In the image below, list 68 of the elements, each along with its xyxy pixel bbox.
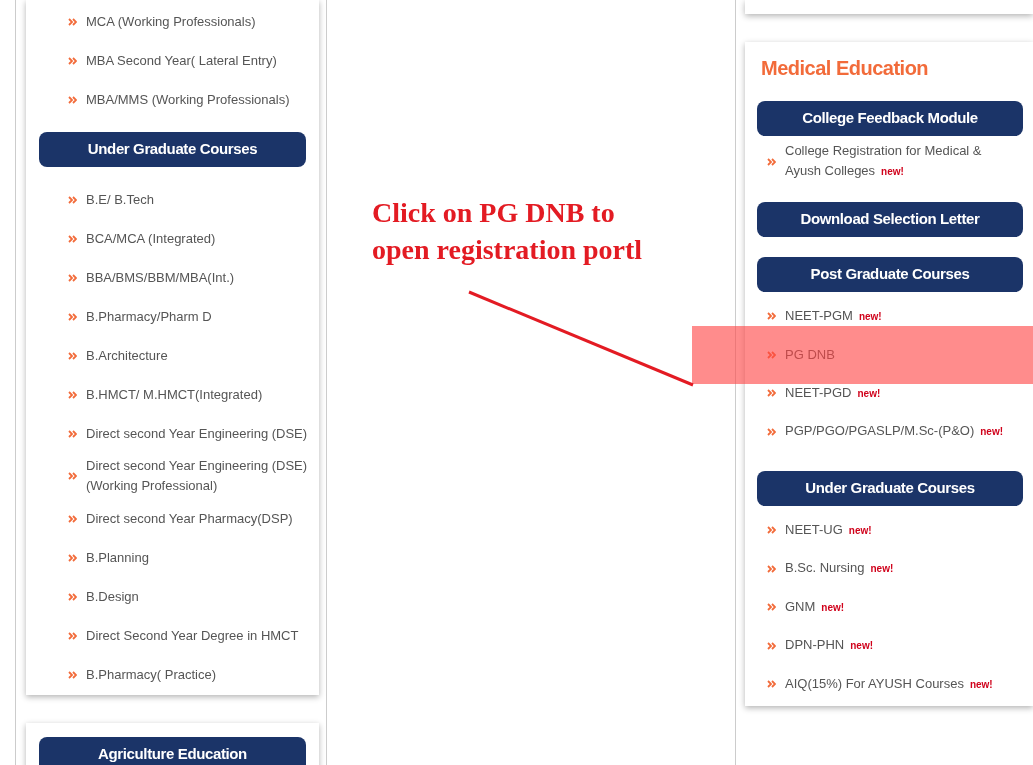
double-chevron-icon [767, 389, 776, 398]
section-header: Agriculture Education [39, 737, 306, 765]
course-link[interactable]: B.Design [86, 586, 319, 607]
double-chevron-icon [68, 195, 77, 204]
new-label: new! [980, 426, 1004, 438]
new-label: new! [850, 640, 873, 652]
double-chevron-icon [767, 641, 776, 650]
new-label: new! [870, 563, 894, 575]
new-label: new! [969, 678, 993, 690]
double-chevron-icon [767, 680, 776, 689]
new-label: new! [857, 387, 881, 399]
double-chevron-icon [68, 273, 77, 282]
course-link[interactable]: Direct second Year Pharmacy(DSP) [86, 508, 319, 529]
course-link[interactable]: College Registration for Medical & Ayush Colleges new! [785, 141, 1005, 182]
course-link[interactable]: GNM new! [785, 596, 1005, 618]
annotation-text: Click on PG DNB to open registration portl [372, 196, 644, 267]
course-link[interactable]: BBA/BMS/BBM/MBA(Int.) [86, 267, 319, 288]
course-link[interactable]: B.HMCT/ M.HMCT(Integrated) [86, 384, 319, 405]
double-chevron-icon [767, 526, 776, 535]
section-header: Under Graduate Courses [757, 471, 1023, 506]
course-link[interactable]: DPN-PHN new! [785, 635, 1005, 657]
double-chevron-icon [68, 553, 77, 562]
card-title: Medical Education [760, 56, 930, 81]
double-chevron-icon [767, 350, 776, 359]
new-label: new! [848, 524, 872, 536]
course-link[interactable]: MCA (Working Professionals) [86, 11, 319, 32]
double-chevron-icon [68, 95, 77, 104]
double-chevron-icon [68, 592, 77, 601]
course-link[interactable]: MBA/MMS (Working Professionals) [86, 89, 319, 110]
course-link[interactable]: B.Architecture [86, 345, 319, 366]
section-header: Under Graduate Courses [39, 132, 306, 167]
double-chevron-icon [767, 157, 776, 166]
course-link[interactable]: NEET-UG new! [785, 519, 1005, 541]
double-chevron-icon [68, 312, 77, 321]
double-chevron-icon [68, 631, 77, 640]
new-label: new! [881, 166, 904, 177]
double-chevron-icon [767, 427, 776, 436]
section-header: College Feedback Module [757, 101, 1023, 136]
course-link[interactable]: B.E/ B.Tech [86, 189, 319, 210]
section-header: Download Selection Letter [757, 202, 1023, 237]
course-link[interactable]: PGP/PGO/PGASLP/M.Sc-(P&O) new! [785, 421, 1005, 443]
course-link[interactable]: B.Sc. Nursing new! [785, 558, 1005, 580]
double-chevron-icon [68, 670, 77, 679]
course-link[interactable]: Direct second Year Engineering (DSE) (Working Professional) [86, 456, 319, 496]
double-chevron-icon [68, 390, 77, 399]
course-link[interactable]: BCA/MCA (Integrated) [86, 228, 319, 249]
double-chevron-icon [68, 17, 77, 26]
double-chevron-icon [68, 351, 77, 360]
course-link[interactable]: NEET-PGD new! [785, 382, 1005, 404]
double-chevron-icon [68, 514, 77, 523]
double-chevron-icon [68, 472, 77, 480]
new-label: new! [858, 310, 882, 322]
double-chevron-icon [68, 429, 77, 438]
section-header: Post Graduate Courses [757, 257, 1023, 292]
double-chevron-icon [767, 564, 776, 573]
course-link[interactable]: B.Pharmacy/Pharm D [86, 306, 319, 327]
new-label: new! [821, 601, 845, 613]
double-chevron-icon [68, 56, 77, 65]
course-link[interactable]: MBA Second Year( Lateral Entry) [86, 50, 319, 71]
course-link[interactable]: NEET-PGM new! [785, 305, 1005, 327]
course-link[interactable]: Direct Second Year Degree in HMCT [86, 625, 319, 646]
course-link[interactable]: Direct second Year Engineering (DSE) [86, 423, 319, 444]
course-link[interactable]: AIQ(15%) For AYUSH Courses new! [785, 673, 1005, 695]
double-chevron-icon [68, 234, 77, 243]
course-link[interactable]: B.Pharmacy( Practice) [86, 664, 319, 685]
course-link[interactable]: B.Planning [86, 547, 319, 568]
double-chevron-icon [767, 603, 776, 612]
double-chevron-icon [767, 312, 776, 321]
